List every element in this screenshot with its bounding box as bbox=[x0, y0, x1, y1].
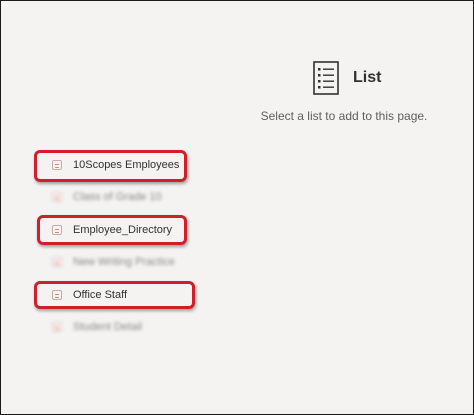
list-icon bbox=[52, 192, 62, 202]
panel-title: List bbox=[353, 69, 382, 86]
list-item-office-staff[interactable]: Office Staff bbox=[52, 289, 127, 301]
list-icon bbox=[52, 160, 62, 170]
list-icon bbox=[52, 225, 62, 235]
panel-subtitle: Select a list to add to this page. bbox=[260, 109, 428, 123]
web-part-picker-panel: List Select a list to add to this page. … bbox=[0, 0, 474, 415]
list-item-label: Class of Grade 10 bbox=[73, 191, 162, 203]
list-icon bbox=[52, 290, 62, 300]
list-item-label: Office Staff bbox=[73, 289, 128, 301]
list-item-employee-directory[interactable]: Employee_Directory bbox=[52, 224, 172, 236]
list-item-10scopes-employees[interactable]: 10Scopes Employees bbox=[52, 159, 179, 171]
list-item-new-writing-practice[interactable]: New Writing Practice bbox=[52, 256, 175, 268]
list-icon bbox=[52, 322, 62, 332]
list-item-label: Student Detail bbox=[73, 321, 143, 333]
list-document-icon bbox=[313, 61, 339, 95]
list-item-student-detail[interactable]: Student Detail bbox=[52, 321, 142, 333]
list-item-label: 10Scopes Employees bbox=[73, 159, 180, 171]
list-item-label: New Writing Practice bbox=[73, 256, 175, 268]
list-icon bbox=[52, 257, 62, 267]
list-header: List bbox=[313, 61, 381, 95]
list-item-class-of-grade-10[interactable]: Class of Grade 10 bbox=[52, 191, 162, 203]
list-item-label: Employee_Directory bbox=[73, 224, 173, 236]
